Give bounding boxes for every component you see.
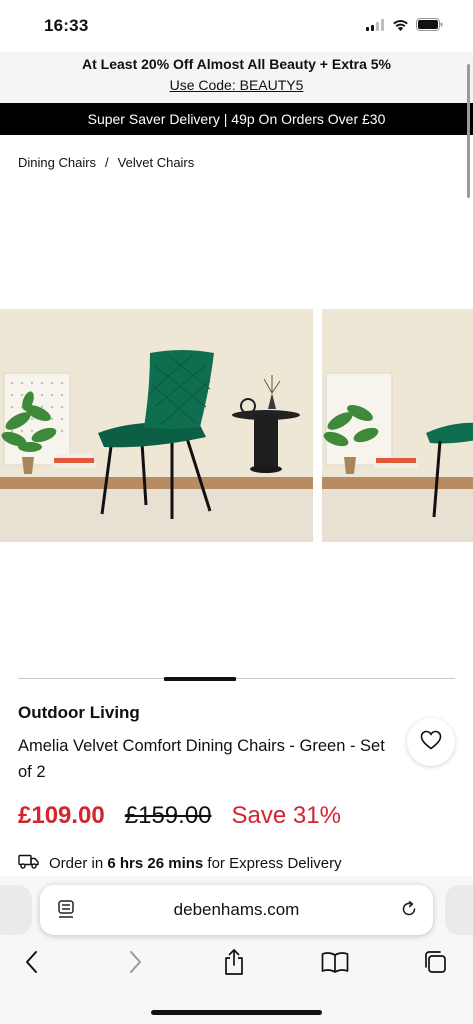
breadcrumb-separator: / — [105, 155, 109, 170]
breadcrumb-dining-chairs[interactable]: Dining Chairs — [18, 155, 96, 170]
share-icon — [222, 948, 246, 981]
address-url[interactable]: debenhams.com — [40, 900, 433, 920]
product-title: Amelia Velvet Comfort Dining Chairs - Gr… — [18, 737, 385, 781]
product-gallery[interactable] — [0, 309, 473, 542]
browser-bottom-bar: debenhams.com — [0, 876, 473, 1024]
delivery-banner[interactable]: Super Saver Delivery | 49p On Orders Ove… — [0, 103, 473, 135]
price-row: £109.00 £159.00 Save 31% — [18, 802, 341, 830]
express-suffix: for Express Delivery — [207, 855, 342, 872]
status-bar: 16:33 — [0, 0, 473, 52]
gallery-progress-thumb — [164, 677, 236, 681]
bookmarks-icon — [321, 951, 349, 978]
share-button[interactable] — [216, 948, 252, 980]
product-image[interactable] — [0, 309, 313, 542]
breadcrumb-velvet-chairs[interactable]: Velvet Chairs — [118, 155, 195, 170]
browser-toolbar — [0, 944, 473, 984]
home-indicator[interactable] — [151, 1010, 322, 1015]
battery-icon — [416, 18, 443, 36]
tabs-icon — [423, 950, 447, 979]
next-tab-peek[interactable] — [445, 885, 473, 935]
forward-icon — [128, 950, 142, 979]
product-brand[interactable]: Outdoor Living — [18, 703, 140, 723]
breadcrumb: Dining Chairs / Velvet Chairs — [18, 155, 194, 170]
wifi-icon — [392, 18, 409, 36]
express-text: Order in 6 hrs 26 mins for Express Deliv… — [49, 855, 342, 872]
bookmarks-button[interactable] — [317, 948, 353, 980]
wishlist-button[interactable] — [407, 718, 455, 766]
product-image-next[interactable] — [322, 309, 473, 542]
price-current: £109.00 — [18, 802, 105, 829]
heart-icon — [420, 730, 442, 755]
express-delivery-notice: Order in 6 hrs 26 mins for Express Deliv… — [18, 854, 342, 873]
express-prefix: Order in — [49, 855, 104, 872]
promo-code-link[interactable]: Use Code: BEAUTY5 — [170, 77, 304, 94]
gallery-progress-track — [18, 678, 455, 679]
back-button[interactable] — [14, 948, 50, 980]
status-icons — [366, 18, 443, 36]
price-original: £159.00 — [124, 802, 212, 829]
promo-title: At Least 20% Off Almost All Beauty + Ext… — [82, 56, 391, 72]
express-countdown: 6 hrs 26 mins — [107, 855, 204, 872]
previous-tab-peek[interactable] — [0, 885, 32, 935]
reload-icon[interactable] — [399, 899, 419, 924]
promo-banner[interactable]: At Least 20% Off Almost All Beauty + Ext… — [0, 52, 473, 103]
delivery-truck-icon — [18, 854, 39, 873]
tabs-button[interactable] — [417, 948, 453, 980]
forward-button[interactable] — [117, 948, 153, 980]
signal-icon — [366, 18, 385, 36]
price-savings: Save 31% — [231, 802, 341, 829]
back-icon — [25, 950, 39, 979]
status-time: 16:33 — [44, 16, 89, 35]
address-bar[interactable]: debenhams.com — [40, 885, 433, 935]
page-scrollbar[interactable] — [467, 64, 470, 198]
